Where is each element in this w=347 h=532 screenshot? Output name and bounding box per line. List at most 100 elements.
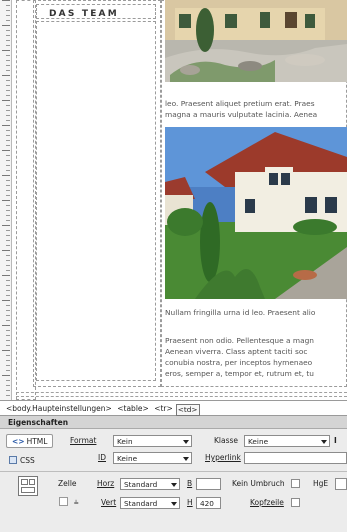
width-input[interactable]: [196, 478, 221, 490]
id-label: ID: [98, 453, 106, 462]
paragraph-1-line-1: leo. Praesent aliquet pretium erat. Prae…: [165, 99, 315, 108]
ruler-tick: [6, 90, 10, 91]
ruler-tick: [6, 10, 10, 11]
ruler-tick: [2, 325, 10, 326]
id-select[interactable]: Keine: [113, 452, 192, 464]
sidebar-content-frame: [36, 21, 156, 381]
chevron-down-icon: [171, 483, 177, 487]
ruler-tick: [6, 295, 10, 296]
h-label: H: [187, 498, 193, 507]
kopfzeile-label: Kopfzeile: [250, 498, 284, 507]
ruler-tick: [6, 80, 10, 81]
properties-panel: Eigenschaften <> HTML CSS Format Kein ID…: [0, 416, 347, 532]
vert-select[interactable]: Standard: [120, 497, 180, 509]
ruler-tick: [6, 140, 10, 141]
tag-td[interactable]: <td>: [175, 404, 200, 416]
tag-tr[interactable]: <tr>: [154, 404, 173, 413]
design-canvas[interactable]: DAS TEAM leo. Praesent aliquet pretium e…: [13, 0, 347, 400]
ruler-tick: [6, 130, 10, 131]
paragraph-3-line-4: eros, semper a, tempor et, rutrum et, tu: [165, 369, 314, 378]
tag-table[interactable]: <table>: [117, 404, 149, 413]
kein-umbruch-checkbox[interactable]: [291, 479, 300, 488]
ruler-tick: [6, 395, 10, 396]
ruler-tick: [2, 350, 10, 351]
ruler-tick: [6, 195, 10, 196]
horz-select[interactable]: Standard: [120, 478, 180, 490]
ruler-tick: [6, 280, 10, 281]
ruler-tick: [6, 135, 10, 136]
format-select[interactable]: Kein: [113, 435, 192, 447]
table-cell-icon: [18, 476, 38, 496]
ruler-tick: [6, 240, 10, 241]
ruler-tick: [2, 250, 10, 251]
ruler-tick: [6, 305, 10, 306]
ruler-tick: [6, 60, 10, 61]
format-label: Format: [70, 436, 97, 445]
bottom-divider-2: [16, 396, 347, 397]
ruler-tick: [6, 30, 10, 31]
chevron-down-icon: [183, 457, 189, 461]
ruler-tick: [6, 370, 10, 371]
hyperlink-input[interactable]: [244, 452, 347, 464]
paragraph-3-line-2: Aenean viverra. Class aptent taciti soc: [165, 347, 308, 356]
ruler-tick: [2, 0, 10, 1]
ruler-tick: [6, 160, 10, 161]
ruler-tick: [6, 70, 10, 71]
ruler-tick: [6, 215, 10, 216]
ruler-tick: [6, 15, 10, 16]
ruler-tick: [6, 290, 10, 291]
kopfzeile-checkbox[interactable]: [291, 498, 300, 507]
ruler-tick: [2, 200, 10, 201]
bottom-divider: [16, 392, 347, 393]
ruler-tick: [6, 335, 10, 336]
ruler-tick: [2, 100, 10, 101]
chevron-down-icon: [321, 440, 327, 444]
ruler-tick: [6, 110, 10, 111]
ruler-tick: [6, 85, 10, 86]
merge-cells-icon[interactable]: [59, 497, 68, 506]
html-mode-button[interactable]: <> HTML: [6, 434, 54, 448]
html-mode-label: HTML: [26, 436, 48, 446]
ruler-tick: [6, 360, 10, 361]
ruler-tick: [6, 5, 10, 6]
chevron-down-icon: [171, 502, 177, 506]
ruler-tick: [2, 175, 10, 176]
ruler-tick: [2, 150, 10, 151]
height-input[interactable]: 420: [196, 497, 221, 509]
ruler-tick: [6, 320, 10, 321]
ruler-tick: [2, 300, 10, 301]
code-icon: <>: [12, 436, 25, 446]
ruler-tick: [6, 40, 10, 41]
klasse-select[interactable]: Keine: [244, 435, 330, 447]
ruler-tick: [6, 330, 10, 331]
css-icon: [9, 456, 17, 464]
bold-button[interactable]: I: [334, 436, 337, 445]
ruler-tick: [6, 260, 10, 261]
css-mode-button[interactable]: CSS: [9, 453, 35, 467]
vertical-ruler: [0, 0, 12, 400]
ruler-tick: [6, 95, 10, 96]
ruler-tick: [2, 75, 10, 76]
house-garden-photo[interactable]: [165, 0, 347, 82]
paragraph-3-line-1: Praesent non odio. Pellentesque a magn: [165, 336, 314, 345]
ruler-tick: [6, 355, 10, 356]
house-red-roof-photo[interactable]: [165, 127, 347, 299]
b-label: B: [187, 479, 193, 488]
ruler-tick: [6, 230, 10, 231]
ruler-tick: [6, 155, 10, 156]
ruler-tick: [6, 245, 10, 246]
ruler-tick: [6, 45, 10, 46]
ruler-tick: [6, 165, 10, 166]
split-cell-icon[interactable]: ⫨: [74, 497, 79, 507]
ruler-tick: [2, 125, 10, 126]
horz-label: Horz: [97, 479, 115, 488]
klasse-label: Klasse: [214, 436, 239, 445]
vert-label: Vert: [101, 498, 117, 507]
ruler-tick: [6, 20, 10, 21]
tag-body[interactable]: <body.Haupteinstellungen>: [6, 404, 112, 413]
ruler-tick: [6, 340, 10, 341]
background-color-input[interactable]: [335, 478, 347, 490]
ruler-tick: [6, 115, 10, 116]
ruler-tick: [6, 315, 10, 316]
ruler-tick: [6, 285, 10, 286]
